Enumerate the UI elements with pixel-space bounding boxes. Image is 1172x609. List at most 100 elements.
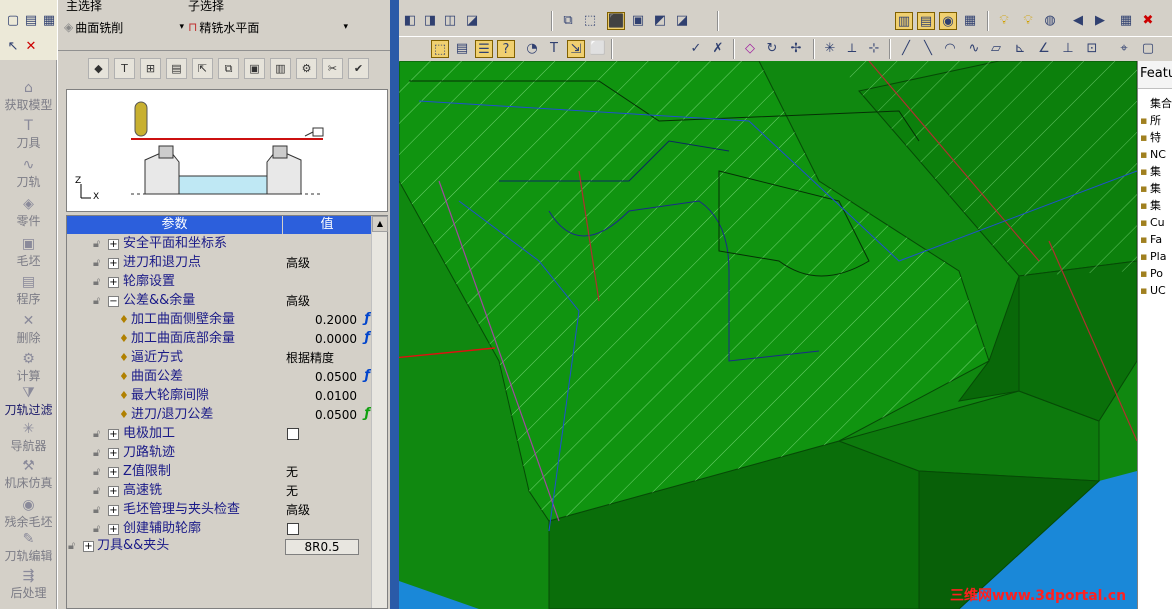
tree-item[interactable]: ▪ NC xyxy=(1138,146,1172,163)
axis-2-icon[interactable]: ⟂ xyxy=(843,40,861,58)
tools-icon[interactable]: ✂ xyxy=(322,58,343,79)
param-icon[interactable]: ⚙ xyxy=(296,58,317,79)
move-icon[interactable]: ✢ xyxy=(787,40,805,58)
snap-icon[interactable]: ⇲ xyxy=(567,40,585,58)
table-row[interactable]: ♦ 加工曲面底部余量 0.0000 ƒ xyxy=(67,330,372,349)
expand-icon[interactable]: + xyxy=(108,524,119,535)
left-strip-item[interactable]: ⇶ 后处理 xyxy=(0,568,57,601)
close-icon[interactable]: ✖ xyxy=(1139,12,1157,30)
row-value[interactable]: 0.0100 xyxy=(283,387,371,406)
shaded-icon[interactable]: ◨ xyxy=(421,12,439,30)
collapse-icon[interactable]: − xyxy=(108,296,119,307)
text-icon[interactable]: T xyxy=(545,40,563,58)
grid-icon[interactable]: ▦ xyxy=(1117,12,1135,30)
expand-icon[interactable]: + xyxy=(108,239,119,250)
table-row[interactable]: ♦ 最大轮廓间隙 0.0100 xyxy=(67,387,372,406)
row-value[interactable]: 0.0000 xyxy=(283,330,371,349)
coord-icon[interactable]: ⊥ xyxy=(1059,40,1077,58)
apply-icon[interactable]: ✔ xyxy=(348,58,369,79)
measure-icon[interactable]: ◔ xyxy=(523,40,541,58)
main-select[interactable]: ◈ 曲面铣削 ▾ xyxy=(64,17,184,37)
box-icon[interactable]: ⬜ xyxy=(589,40,607,58)
tree-item[interactable]: ▪ Fa xyxy=(1138,231,1172,248)
display-mode-1-icon[interactable]: ▥ xyxy=(895,12,913,30)
table-row[interactable]: 🔓︎ + 安全平面和坐标系 xyxy=(67,235,372,254)
table-row[interactable]: 🔓︎ − 公差&&余量 高级 xyxy=(67,292,372,311)
formula-icon[interactable]: ƒ xyxy=(364,311,370,326)
select-icon[interactable]: ↖ xyxy=(4,38,22,56)
tree-item[interactable]: ▪ UC xyxy=(1138,282,1172,299)
left-strip-item[interactable]: ⚙ 计算 xyxy=(0,351,57,384)
surface-icon[interactable]: ▱ xyxy=(987,40,1005,58)
tree-item[interactable]: ▪ 集 xyxy=(1138,163,1172,180)
report-icon[interactable]: ▣ xyxy=(244,58,265,79)
feature-icon[interactable]: ⊞ xyxy=(140,58,161,79)
tree-item[interactable]: ▪ Po xyxy=(1138,265,1172,282)
cancel-icon[interactable]: ✕ xyxy=(22,38,40,56)
display-mode-2-icon[interactable]: ▤ xyxy=(917,12,935,30)
display-mode-4-icon[interactable]: ▦ xyxy=(961,12,979,30)
frame-icon[interactable]: ▢ xyxy=(1139,40,1157,58)
table-row[interactable]: 🔓︎ + 高速铣 无 xyxy=(67,482,372,501)
save-file-icon[interactable]: ▦ xyxy=(40,12,58,30)
curve-icon[interactable]: ✓ xyxy=(687,40,705,58)
light-icon[interactable]: 💡︎ xyxy=(995,12,1013,30)
view-right-icon[interactable]: ◪ xyxy=(673,12,691,30)
table-row[interactable]: 🔓︎ + 轮廓设置 xyxy=(67,273,372,292)
expand-icon[interactable]: + xyxy=(108,486,119,497)
left-strip-item[interactable]: ✕ 删除 xyxy=(0,313,57,346)
expand-icon[interactable]: + xyxy=(108,505,119,516)
expand-icon[interactable]: + xyxy=(83,541,94,552)
tree-item[interactable]: ▪ 集 xyxy=(1138,197,1172,214)
export-icon[interactable]: ⇱ xyxy=(192,58,213,79)
graphics-viewport[interactable] xyxy=(399,61,1137,609)
table-row[interactable]: 🔓︎ + 电极加工 xyxy=(67,425,372,444)
table-row[interactable]: 🔓︎ + Z值限制 无 xyxy=(67,463,372,482)
save-icon[interactable]: ▥ xyxy=(270,58,291,79)
hidden-line-icon[interactable]: ◪ xyxy=(463,12,481,30)
tree-item[interactable]: ▪ 特 xyxy=(1138,129,1172,146)
geometry-icon[interactable]: ◆ xyxy=(88,58,109,79)
table-row[interactable]: ♦ 加工曲面侧壁余量 0.2000 ƒ xyxy=(67,311,372,330)
forward-icon[interactable]: ▶ xyxy=(1091,12,1109,30)
section-icon[interactable]: ⊡ xyxy=(1083,40,1101,58)
left-strip-item[interactable]: ▣ 毛坯 xyxy=(0,236,57,269)
formula-icon[interactable]: ƒ xyxy=(364,406,370,421)
view-side-icon[interactable]: ◩ xyxy=(651,12,669,30)
table-row[interactable]: 🔓︎ + 毛坯管理与夹头检查 高级 xyxy=(67,501,372,520)
wireframe-icon[interactable]: ◫ xyxy=(441,12,459,30)
expand-icon[interactable]: + xyxy=(108,467,119,478)
tree-item[interactable]: ▪ 集 xyxy=(1138,180,1172,197)
table-row[interactable]: ♦ 进刀/退刀公差 0.0500 ƒ xyxy=(67,406,372,425)
display-mode-3-icon[interactable]: ◉ xyxy=(939,12,957,30)
left-strip-item[interactable]: ✎ 刀轨编辑 xyxy=(0,531,57,564)
formula-icon[interactable]: ƒ xyxy=(364,330,370,345)
rotate-icon[interactable]: ↻ xyxy=(763,40,781,58)
open-file-icon[interactable]: ▤ xyxy=(22,12,40,30)
row-checkbox[interactable] xyxy=(287,523,299,535)
line-2-icon[interactable]: ╲ xyxy=(919,40,937,58)
formula-icon[interactable]: ƒ xyxy=(364,368,370,383)
line-icon[interactable]: ╱ xyxy=(897,40,915,58)
angle-icon[interactable]: ∠ xyxy=(1035,40,1053,58)
panel-splitter[interactable] xyxy=(390,0,399,609)
tree-item[interactable]: ▪ Cu xyxy=(1138,214,1172,231)
copy-icon[interactable]: ⧉ xyxy=(218,58,239,79)
select-face-icon[interactable]: ⬚ xyxy=(431,40,449,58)
table-icon[interactable]: ▤ xyxy=(453,40,471,58)
left-strip-item[interactable]: ✳ 导航器 xyxy=(0,421,57,454)
left-strip-item[interactable]: ⧩ 刀轨过滤 xyxy=(0,385,57,418)
expand-icon[interactable]: + xyxy=(108,277,119,288)
left-strip-item[interactable]: ◈ 零件 xyxy=(0,196,57,229)
feature-tree-header[interactable]: Features xyxy=(1138,61,1172,89)
render-icon[interactable]: ◍ xyxy=(1041,12,1059,30)
view-top-icon[interactable]: ⬚ xyxy=(581,12,599,30)
table-row[interactable]: 🔓︎ + 刀路轨迹 xyxy=(67,444,372,463)
spline-icon[interactable]: ∿ xyxy=(965,40,983,58)
new-file-icon[interactable]: ▢ xyxy=(4,12,22,30)
tool-button[interactable]: 8R0.5 xyxy=(285,539,359,555)
layer-icon[interactable]: ⧉ xyxy=(559,12,577,30)
row-value[interactable]: 根据精度 xyxy=(283,349,371,368)
left-strip-item[interactable]: ▤ 程序 xyxy=(0,274,57,307)
sub-select[interactable]: ⊓ 精铣水平面 ▾ xyxy=(188,17,348,37)
